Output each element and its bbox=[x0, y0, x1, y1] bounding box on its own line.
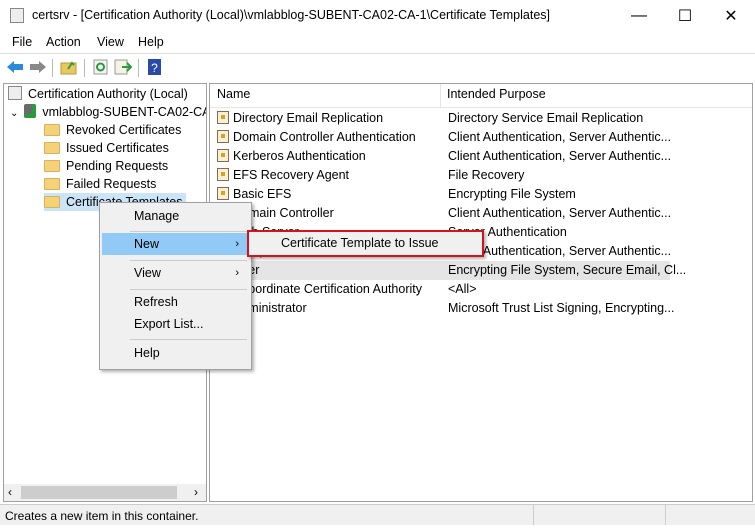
back-icon[interactable] bbox=[6, 59, 24, 75]
refresh-icon[interactable] bbox=[92, 59, 110, 75]
certificate-template-icon bbox=[217, 111, 229, 124]
tree-item-issued[interactable]: Issued Certificates bbox=[44, 139, 169, 157]
folder-icon bbox=[44, 196, 60, 208]
chevron-down-icon[interactable]: ⌄ bbox=[10, 108, 18, 119]
up-folder-icon[interactable] bbox=[60, 59, 78, 75]
table-row[interactable]: Domain Controller Authentication Client A… bbox=[210, 128, 672, 147]
folder-icon bbox=[44, 178, 60, 190]
table-row[interactable]: Administrator Microsoft Trust List Signin… bbox=[210, 299, 674, 318]
maximize-button[interactable]: ☐ bbox=[662, 0, 708, 32]
menu-item-view[interactable]: View › bbox=[102, 262, 249, 284]
menu-item-certificate-template-to-issue[interactable]: Certificate Template to Issue bbox=[281, 236, 438, 250]
tree-root[interactable]: Certification Authority (Local) bbox=[8, 85, 188, 103]
table-row[interactable]: Basic EFS Encrypting File System bbox=[210, 185, 670, 204]
table-row[interactable]: Subordinate Certification Authority <All> bbox=[210, 280, 670, 299]
minimize-button[interactable]: — bbox=[616, 0, 662, 32]
intended-purpose: Encrypting File System bbox=[448, 187, 576, 201]
export-icon[interactable] bbox=[114, 59, 132, 75]
folder-icon bbox=[44, 142, 60, 154]
list-header: Name Intended Purpose bbox=[210, 84, 752, 108]
forward-icon[interactable] bbox=[29, 59, 47, 75]
toolbar: ? bbox=[0, 53, 755, 80]
help-icon[interactable]: ? bbox=[146, 59, 164, 75]
intended-purpose: Client Authentication, Server Authentic.… bbox=[448, 130, 672, 144]
intended-purpose: Client Authentication, Server Authentic.… bbox=[448, 149, 672, 163]
template-name: Domain Controller Authentication bbox=[233, 130, 416, 144]
ca-snapin-icon bbox=[8, 86, 22, 100]
menu-item-export-list[interactable]: Export List... bbox=[102, 313, 249, 335]
table-row[interactable]: Kerberos Authentication Client Authentica… bbox=[210, 147, 672, 166]
list-pane: Name Intended Purpose Directory Email Re… bbox=[209, 83, 753, 502]
template-name: EFS Recovery Agent bbox=[233, 168, 350, 182]
menu-view[interactable]: View bbox=[97, 35, 124, 49]
submenu-arrow-icon: › bbox=[235, 267, 239, 279]
menu-bar: File Action View Help bbox=[0, 32, 755, 52]
window-title: certsrv - [Certification Authority (Loca… bbox=[32, 8, 550, 22]
submenu-arrow-icon: › bbox=[235, 238, 239, 250]
template-name: Basic EFS bbox=[233, 187, 292, 201]
menu-item-manage[interactable]: Manage bbox=[102, 205, 249, 227]
title-bar: certsrv - [Certification Authority (Loca… bbox=[0, 0, 755, 32]
tree-ca-node[interactable]: ⌄ vmlabblog-SUBENT-CA02-CA bbox=[10, 103, 206, 121]
table-row[interactable]: UserEncrypting File System, Secure Email… bbox=[210, 261, 686, 280]
certificate-template-icon bbox=[217, 168, 229, 181]
tree-item-failed[interactable]: Failed Requests bbox=[44, 175, 156, 193]
horizontal-scrollbar[interactable]: ‹ › bbox=[4, 484, 206, 501]
folder-icon bbox=[44, 160, 60, 172]
context-menu: Manage New › View › Refresh Export List...… bbox=[99, 202, 252, 370]
intended-purpose: Microsoft Trust List Signing, Encrypting… bbox=[448, 301, 675, 315]
certificate-template-icon bbox=[217, 187, 229, 200]
menu-item-new[interactable]: New › bbox=[102, 233, 249, 255]
status-text: Creates a new item in this container. bbox=[5, 509, 199, 523]
svg-text:?: ? bbox=[151, 61, 158, 75]
app-icon bbox=[10, 8, 24, 23]
scroll-left-icon[interactable]: ‹ bbox=[8, 485, 12, 499]
column-header-purpose[interactable]: Intended Purpose bbox=[447, 87, 546, 101]
intended-purpose: <All> bbox=[448, 282, 477, 296]
template-name: Subordinate Certification Authority bbox=[233, 282, 422, 296]
submenu-new: Certificate Template to Issue bbox=[247, 230, 484, 257]
table-row[interactable]: Domain Controller Client Authentication, … bbox=[210, 204, 672, 223]
folder-icon bbox=[44, 124, 60, 136]
menu-item-refresh[interactable]: Refresh bbox=[102, 291, 249, 313]
certificate-template-icon bbox=[217, 149, 229, 162]
tree-item-pending[interactable]: Pending Requests bbox=[44, 157, 168, 175]
template-name: Kerberos Authentication bbox=[233, 149, 366, 163]
menu-item-help[interactable]: Help bbox=[102, 342, 249, 364]
table-row[interactable]: Directory Email Replication Directory Ser… bbox=[210, 109, 670, 128]
table-row[interactable]: EFS Recovery Agent File Recovery bbox=[210, 166, 670, 185]
status-bar: Creates a new item in this container. bbox=[0, 504, 755, 525]
certificate-template-icon bbox=[217, 130, 229, 143]
template-name: Directory Email Replication bbox=[233, 111, 384, 125]
column-header-name[interactable]: Name bbox=[217, 87, 250, 101]
scroll-thumb[interactable] bbox=[21, 486, 177, 499]
close-button[interactable]: ✕ bbox=[708, 0, 754, 32]
scroll-right-icon[interactable]: › bbox=[194, 485, 198, 499]
server-check-icon bbox=[24, 104, 37, 118]
menu-help[interactable]: Help bbox=[138, 35, 164, 49]
intended-purpose: Client Authentication, Server Authentic.… bbox=[448, 206, 672, 220]
tree-item-revoked[interactable]: Revoked Certificates bbox=[44, 121, 181, 139]
menu-action[interactable]: Action bbox=[46, 35, 81, 49]
intended-purpose: Directory Service Email Replication bbox=[448, 111, 644, 125]
intended-purpose: File Recovery bbox=[448, 168, 525, 182]
intended-purpose: Encrypting File System, Secure Email, Cl… bbox=[448, 263, 687, 277]
menu-file[interactable]: File bbox=[12, 35, 32, 49]
